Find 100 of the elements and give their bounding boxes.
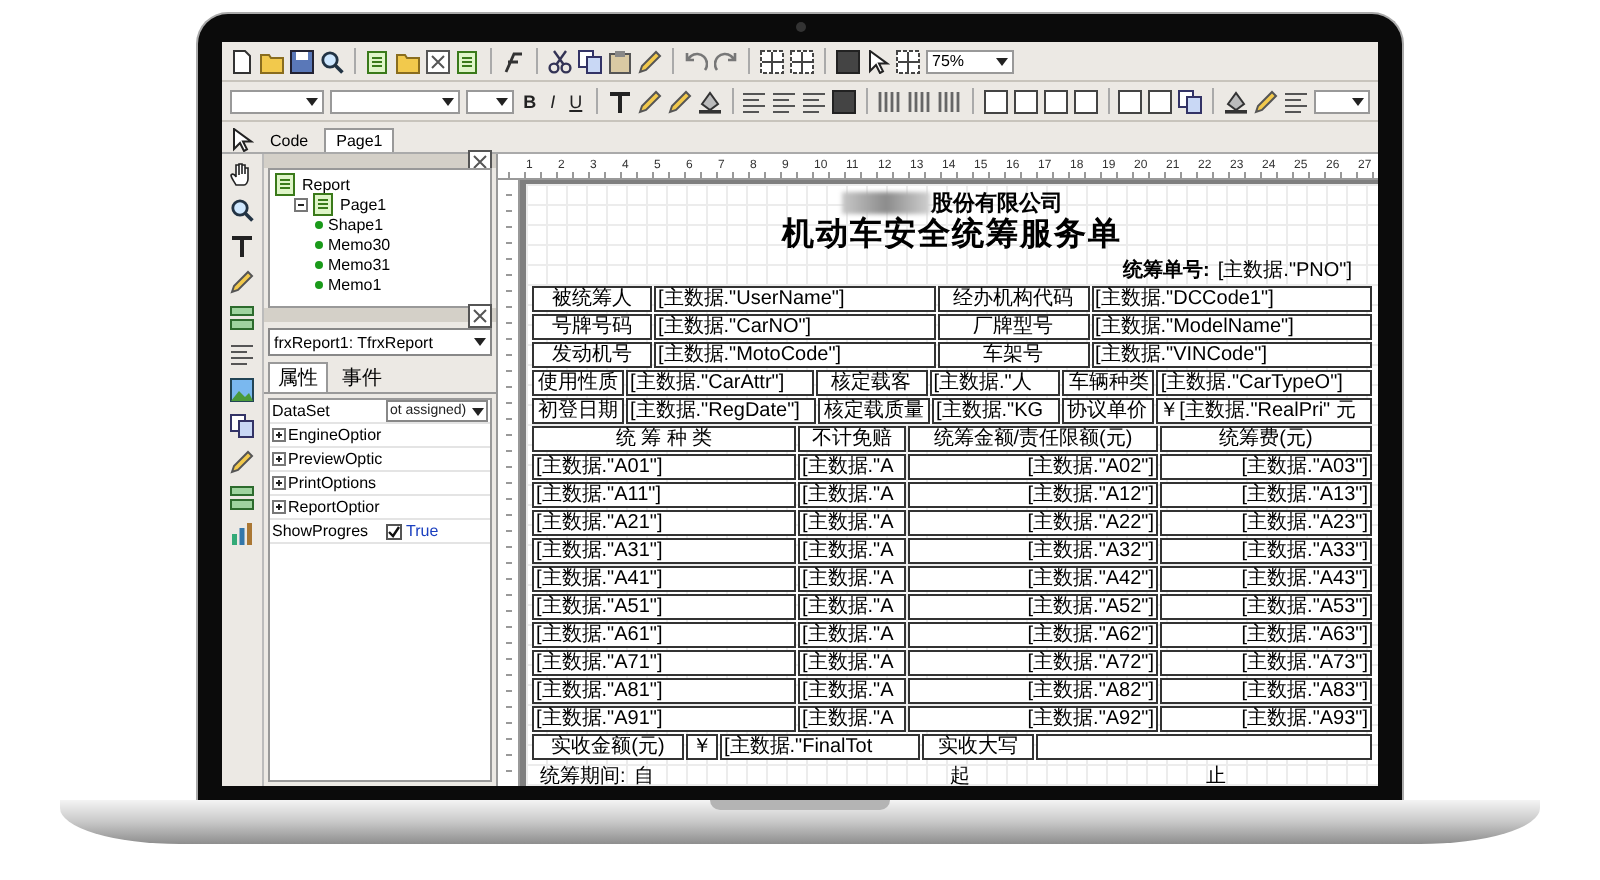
line-style-icon[interactable] [1283, 89, 1308, 113]
dot-icon [314, 239, 324, 249]
pencil-icon[interactable] [230, 450, 254, 474]
band-icon[interactable] [230, 306, 254, 330]
collapse-icon[interactable] [294, 197, 308, 211]
frame-icon[interactable] [1148, 89, 1173, 113]
grid-icon[interactable] [760, 49, 784, 73]
border-icon[interactable] [1013, 89, 1038, 113]
align-icon[interactable] [772, 89, 797, 113]
label-cell: 实收金额(元) [532, 734, 684, 760]
hand-icon[interactable] [230, 162, 254, 186]
grid-icon[interactable] [896, 49, 920, 73]
text-icon[interactable] [607, 89, 632, 113]
lined-page-icon[interactable] [366, 49, 390, 73]
field-cell: [主数据."A [798, 482, 906, 508]
size-dropdown[interactable] [465, 89, 514, 113]
frame-icon[interactable] [1118, 89, 1143, 113]
field-cell: [主数据."A71"] [532, 650, 796, 676]
tree-item[interactable]: Report [302, 175, 351, 193]
field-cell: [主数据."A62"] [908, 622, 1158, 648]
field-cell: [主数据."A [798, 510, 906, 536]
zoom-dropdown[interactable]: 75% [926, 49, 1014, 73]
expand-icon[interactable] [272, 500, 286, 514]
close-icon[interactable] [468, 303, 492, 327]
checkbox[interactable] [386, 523, 402, 539]
blurred-text [841, 192, 929, 214]
function-icon[interactable] [502, 49, 526, 73]
magnifier-icon[interactable] [320, 49, 344, 73]
pointer-icon[interactable] [866, 49, 890, 73]
folder-icon[interactable] [260, 49, 284, 73]
property-name: DataSet [272, 402, 330, 420]
tab[interactable]: 事件 [332, 362, 392, 392]
tree-item[interactable]: Memo1 [328, 275, 382, 293]
object-dropdown[interactable]: frxReport1: TfrxReport [268, 328, 492, 356]
text-tool-icon[interactable] [230, 234, 254, 258]
chart-icon[interactable] [230, 522, 254, 546]
field-cell: [主数据."A03"] [1160, 454, 1372, 480]
period-text: 自 [633, 763, 654, 786]
style-dropdown[interactable] [230, 89, 325, 113]
pencil-icon[interactable] [1253, 89, 1278, 113]
field-cell: [主数据."A31"] [532, 538, 796, 564]
format-button[interactable]: B [519, 91, 541, 111]
caret-icon [474, 338, 486, 346]
align-icon[interactable] [742, 89, 767, 113]
expand-icon[interactable] [272, 476, 286, 490]
field-cell: [主数据."A [798, 594, 906, 620]
pencil-icon[interactable] [637, 89, 662, 113]
label-cell: 使用性质 [532, 370, 624, 396]
columns-icon[interactable] [908, 89, 933, 113]
undo-icon[interactable] [684, 49, 708, 73]
columns-icon[interactable] [878, 89, 903, 113]
period-label: 统筹期间: [540, 763, 626, 786]
copy-icon[interactable] [578, 49, 602, 73]
redo-icon[interactable] [714, 49, 738, 73]
filled-square-icon[interactable] [836, 49, 860, 73]
format-button[interactable]: I [546, 91, 560, 111]
field-cell: [主数据."A33"] [1160, 538, 1372, 564]
fill-icon[interactable] [697, 89, 722, 113]
field-cell: [主数据."VINCode"] [1091, 342, 1372, 368]
page-icon[interactable] [230, 49, 254, 73]
border-icon[interactable] [1073, 89, 1098, 113]
tree-item[interactable]: Memo31 [328, 255, 391, 273]
text-box-icon[interactable] [230, 342, 254, 366]
paste-icon[interactable] [608, 49, 632, 73]
folder-icon[interactable] [396, 49, 420, 73]
field-cell: [主数据."A82"] [908, 678, 1158, 704]
field-cell: [主数据."A21"] [532, 510, 796, 536]
cross-page-icon[interactable] [426, 49, 450, 73]
columns-icon[interactable] [938, 89, 963, 113]
grid-icon[interactable] [790, 49, 814, 73]
tree-item[interactable]: Shape1 [328, 215, 384, 233]
label-cell: 号牌号码 [532, 314, 652, 340]
field-cell: [主数据."A [798, 454, 906, 480]
period-text: 止 [1205, 763, 1226, 786]
tab[interactable]: 属性 [268, 362, 328, 392]
expand-icon[interactable] [272, 452, 286, 466]
tree-item[interactable]: Page1 [340, 195, 387, 213]
picture-icon[interactable] [230, 378, 254, 402]
pencil-icon[interactable] [667, 89, 692, 113]
label-cell: 发动机号 [532, 342, 652, 368]
pencil-icon[interactable] [230, 270, 254, 294]
field-cell: [主数据."A [798, 566, 906, 592]
label-cell: 车辆种类 [1062, 370, 1155, 396]
property-name: EngineOptior [288, 426, 382, 444]
tab[interactable]: Page1 [324, 128, 395, 152]
pointer-icon[interactable] [230, 128, 254, 152]
fill-icon[interactable] [1223, 89, 1248, 113]
lined-page-icon[interactable] [456, 49, 480, 73]
band-icon[interactable] [230, 486, 254, 510]
border-icon[interactable] [1043, 89, 1068, 113]
zoom-icon[interactable] [230, 198, 254, 222]
expand-icon[interactable] [272, 428, 286, 442]
save-icon[interactable] [290, 49, 314, 73]
cut-icon[interactable] [548, 49, 572, 73]
format-button[interactable]: U [565, 91, 587, 111]
tree-item[interactable]: Memo30 [328, 235, 391, 253]
border-icon[interactable] [983, 89, 1008, 113]
align-icon[interactable] [802, 89, 827, 113]
tab[interactable]: Code [258, 128, 321, 152]
line-width-dropdown[interactable] [1313, 89, 1370, 113]
